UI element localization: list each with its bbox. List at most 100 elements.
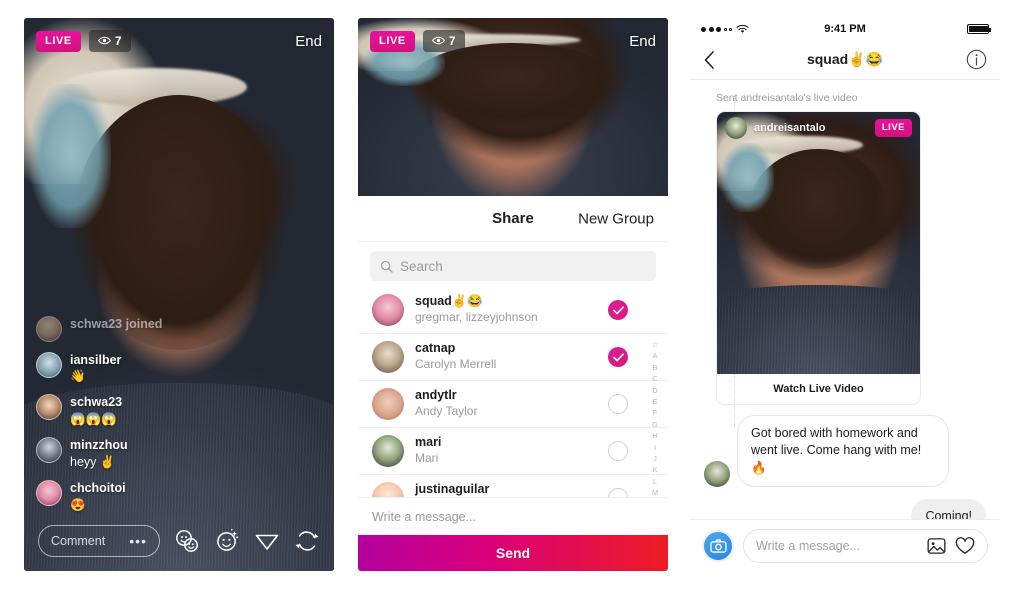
live-card-username[interactable]: andreisantalo [754, 122, 826, 134]
comment-username[interactable]: iansilber [70, 353, 121, 369]
avatar [704, 460, 730, 487]
avatar [372, 435, 404, 467]
live-video-preview: LIVE 7 End [358, 18, 668, 196]
index-letter: E [652, 396, 658, 406]
contact-checkbox[interactable] [608, 441, 628, 461]
index-letter: J [653, 453, 657, 463]
contact-subtitle: Mari [415, 451, 439, 466]
wifi-icon [736, 24, 749, 33]
contact-name: mari [415, 435, 442, 450]
index-letter: L [652, 476, 658, 486]
contact-row[interactable]: andytlr Andy Taylor [358, 381, 668, 428]
viewer-count-value: 7 [448, 33, 456, 48]
comment-input[interactable]: Comment ••• [38, 525, 160, 557]
index-letter: D [652, 385, 658, 395]
search-row: Search [358, 242, 668, 287]
contact-checkbox-selected[interactable] [608, 347, 628, 367]
live-card-media: andreisantalo LIVE [717, 112, 920, 374]
camera-button[interactable] [702, 529, 734, 562]
outgoing-message-row: Coming! [704, 498, 986, 519]
live-badge: LIVE [874, 119, 912, 137]
index-letter: F [652, 408, 658, 418]
comment-username: schwa23 [70, 316, 123, 331]
contact-checkbox-selected[interactable] [608, 300, 628, 320]
search-placeholder: Search [400, 258, 443, 274]
direct-share-icon[interactable] [254, 528, 280, 554]
comment-username[interactable]: chchoitoi [70, 481, 126, 497]
dm-thread: Sent andreisantalo's live video andreisa… [690, 80, 1000, 519]
contact-name: andytlr [415, 388, 457, 403]
send-button[interactable]: Send [358, 535, 668, 571]
contact-row[interactable]: catnap Carolyn Merrell [358, 334, 668, 381]
search-icon [380, 260, 393, 273]
viewer-count-badge: 7 [422, 29, 465, 53]
avatar [372, 482, 404, 497]
info-circle-icon[interactable] [966, 49, 987, 70]
comment-user[interactable]: schwa23 joined [70, 317, 162, 333]
heart-icon[interactable] [955, 536, 975, 555]
contact-name: squad✌️😂 [415, 294, 483, 309]
comment-item: schwa23 😱😱😱 [36, 394, 251, 427]
live-comments-list: schwa23 joined iansilber 👋 schwa23 😱😱😱 m… [36, 306, 251, 514]
eye-icon [431, 37, 445, 45]
avatar [36, 437, 62, 464]
photo-icon[interactable] [927, 537, 946, 555]
avatar [36, 480, 62, 507]
comment-username[interactable]: schwa23 [70, 395, 122, 411]
share-message-input[interactable]: Write a message... [358, 497, 668, 535]
avatar [372, 341, 404, 373]
contact-row[interactable]: mari Mari [358, 428, 668, 475]
direct-message-panel: 9:41 PM squad✌️😂 Sent andreisantalo's li… [690, 18, 1000, 571]
avatar [36, 351, 62, 378]
contact-checkbox[interactable] [608, 488, 628, 497]
screenshot-stage: LIVE 7 End schwa23 joined iansilber 👋 sc… [0, 0, 1024, 598]
incoming-message-row: Got bored with homework and went live. C… [704, 415, 986, 487]
index-letter: B [652, 362, 658, 372]
search-input[interactable]: Search [370, 251, 656, 281]
subject-sweater [717, 284, 920, 374]
index-letter: H [652, 431, 658, 441]
live-badge: LIVE [370, 30, 415, 52]
share-title: Share [492, 210, 534, 227]
status-time: 9:41 PM [824, 23, 866, 35]
watch-live-video-button[interactable]: Watch Live Video [717, 374, 920, 404]
alphabet-index-scrubber[interactable]: ☆ A B C D E F G H I J K L M N O P [648, 339, 662, 497]
live-top-bar: LIVE 7 End [24, 18, 334, 64]
avatar [36, 315, 62, 342]
avatar [372, 388, 404, 420]
comment-username[interactable]: minzzhou [70, 438, 128, 454]
contact-checkbox[interactable] [608, 394, 628, 414]
comment-item: chchoitoi 😍 [36, 480, 251, 513]
comment-text: 😱😱😱 [70, 412, 117, 426]
contact-subtitle: gregmar, lizzeyjohnson [415, 310, 538, 325]
dm-input-bar: Write a message... [690, 519, 1000, 571]
comment-text: 👋 [70, 369, 86, 384]
switch-camera-icon[interactable] [294, 528, 320, 554]
contact-row[interactable]: justinaguilar Justin Aguilar [358, 475, 668, 497]
contact-name: catnap [415, 341, 456, 356]
comment-options-icon[interactable]: ••• [129, 533, 147, 549]
contact-row[interactable]: squad✌️😂 gregmar, lizzeyjohnson [358, 287, 668, 334]
end-broadcast-button[interactable]: End [629, 33, 656, 50]
message-placeholder: Write a message... [756, 538, 860, 553]
subject-hair [749, 148, 888, 270]
new-group-button[interactable]: New Group [578, 210, 654, 227]
end-broadcast-button[interactable]: End [295, 33, 322, 50]
message-input[interactable]: Write a message... [743, 528, 988, 563]
dm-title: squad✌️😂 [806, 51, 884, 67]
camera-icon [709, 538, 727, 553]
add-people-icon[interactable] [174, 528, 200, 554]
chevron-left-icon[interactable] [703, 50, 716, 70]
face-effects-icon[interactable] [214, 528, 240, 554]
comment-item: minzzhou heyy ✌️ [36, 437, 251, 470]
viewer-count-badge: 7 [88, 29, 131, 53]
outgoing-message-bubble: Coming! [911, 498, 986, 519]
contact-list[interactable]: ☆ A B C D E F G H I J K L M N O P [358, 287, 668, 497]
contact-subtitle: Carolyn Merrell [415, 357, 497, 372]
status-right [967, 24, 991, 34]
live-video-card[interactable]: andreisantalo LIVE Watch Live Video [716, 111, 921, 405]
contact-subtitle: Andy Taylor [415, 404, 478, 419]
signal-strength-icon [701, 26, 732, 32]
check-icon [612, 352, 624, 361]
comment-text: 😍 [70, 497, 86, 512]
